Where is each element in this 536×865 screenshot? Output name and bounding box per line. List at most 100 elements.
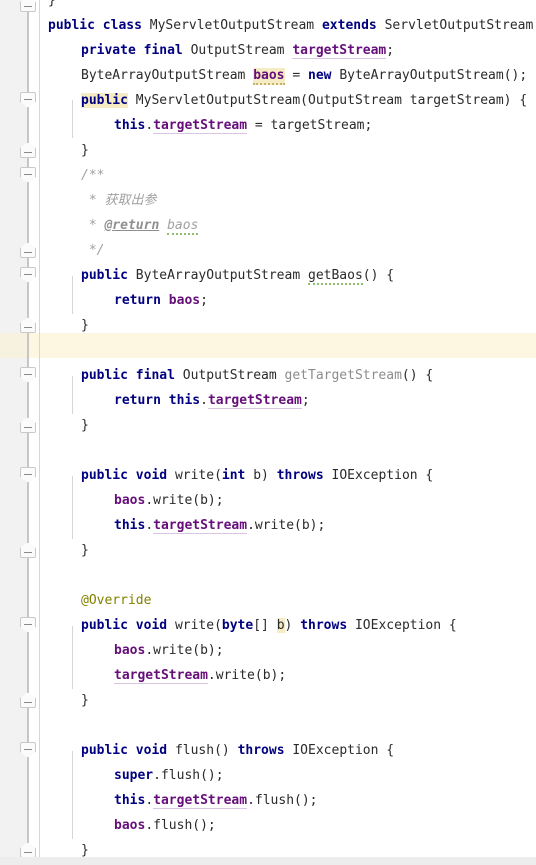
code-line[interactable]: public final OutputStream getTargetStrea… <box>81 363 433 388</box>
code-token: . <box>200 393 208 408</box>
code-line[interactable]: baos.write(b); <box>114 488 224 513</box>
code-token: ; <box>301 393 310 408</box>
code-token: this <box>114 518 146 533</box>
fold-marker-write-int-end-icon[interactable] <box>20 542 36 558</box>
code-token: . <box>207 668 216 683</box>
fold-rail-8 <box>27 430 29 470</box>
code-line[interactable]: return this.targetStream; <box>114 388 310 413</box>
code-folding-gutter[interactable] <box>0 0 36 865</box>
code-line[interactable]: targetStream.write(b); <box>114 663 286 688</box>
indent-guide-5 <box>72 626 73 689</box>
fold-marker-gettargetstream-icon[interactable] <box>20 367 36 383</box>
code-token: void <box>135 618 168 633</box>
fold-rail-6 <box>27 330 29 370</box>
code-line[interactable]: public ByteArrayOutputStream getBaos() { <box>81 263 394 288</box>
fold-marker-getbaos-end-icon[interactable] <box>20 317 36 333</box>
code-token: public <box>81 743 128 758</box>
minus-icon <box>24 552 32 553</box>
code-token: extends <box>321 18 377 33</box>
code-token: targetStream <box>114 668 208 684</box>
code-line[interactable]: } <box>81 688 89 713</box>
code-token: OutputStream <box>308 93 402 108</box>
code-token: getBaos <box>308 268 363 285</box>
code-token: baos <box>168 293 201 308</box>
code-line[interactable]: this.targetStream = targetStream; <box>114 113 372 138</box>
code-token: throws <box>276 468 324 483</box>
code-token: * <box>81 218 105 233</box>
code-line[interactable]: public void write(int b) throws IOExcept… <box>81 463 433 488</box>
code-token: private <box>81 43 136 58</box>
code-token: flush <box>160 768 201 783</box>
code-token: } <box>81 693 89 708</box>
code-token: () { <box>362 268 395 283</box>
code-line[interactable]: this.targetStream.write(b); <box>114 513 325 538</box>
code-line[interactable]: * @return baos <box>81 213 199 238</box>
fold-marker-write-int-icon[interactable] <box>20 467 36 483</box>
code-line[interactable]: } <box>81 138 89 163</box>
code-line[interactable]: * 获取出参 <box>81 188 157 213</box>
code-token: (b); <box>192 493 224 508</box>
code-token: (b); <box>254 668 287 683</box>
indent-guide-1 <box>72 100 73 138</box>
code-line[interactable]: */ <box>81 238 105 263</box>
code-line[interactable]: ByteArrayOutputStream baos = new ByteArr… <box>81 63 527 88</box>
minus-icon <box>24 252 32 253</box>
code-token: { <box>441 618 457 633</box>
code-token: = <box>247 118 271 133</box>
fold-marker-constructor-end-icon[interactable] <box>20 142 36 158</box>
fold-marker-constructor-icon[interactable] <box>20 92 36 108</box>
code-token: ( <box>214 468 222 483</box>
fold-marker-flush-end-icon[interactable] <box>20 842 36 858</box>
fold-marker-write-bytes-icon[interactable] <box>20 617 36 633</box>
fold-rail-10 <box>27 555 29 620</box>
code-line[interactable]: } <box>81 413 89 438</box>
fold-marker-end-icon[interactable] <box>20 0 36 12</box>
code-line[interactable]: return baos; <box>114 288 208 313</box>
code-token: */ <box>81 243 105 258</box>
code-token: [] <box>253 618 277 633</box>
fold-marker-gettargetstream-end-icon[interactable] <box>20 417 36 433</box>
minus-icon <box>24 6 32 7</box>
code-line[interactable]: } <box>81 538 89 563</box>
code-line[interactable]: } <box>48 0 56 13</box>
code-line[interactable]: @Override <box>81 588 151 613</box>
code-token: } <box>81 143 89 158</box>
code-token: * 获取出参 <box>81 193 157 208</box>
code-token: targetStream <box>409 93 504 108</box>
code-content-area[interactable]: } public class MyServletOutputStream exte… <box>29 0 536 865</box>
code-token: this <box>114 118 146 133</box>
code-token: public <box>81 468 128 483</box>
code-line[interactable]: public MyServletOutputStream(OutputStrea… <box>81 88 527 113</box>
minus-icon <box>24 152 32 153</box>
code-line[interactable]: baos.flush(); <box>114 813 216 838</box>
fold-marker-javadoc-end-icon[interactable] <box>20 242 36 258</box>
code-line[interactable]: super.flush(); <box>114 763 224 788</box>
code-line[interactable]: public void flush() throws IOException { <box>81 738 394 763</box>
code-token: . <box>145 493 154 508</box>
code-token: (b); <box>294 518 326 533</box>
code-line[interactable]: public void write(byte[] b) throws IOExc… <box>81 613 457 638</box>
code-token: ByteArrayOutputStream <box>135 268 301 283</box>
code-token: targetStream <box>270 118 365 133</box>
code-token: IOException <box>292 743 379 758</box>
fold-marker-flush-icon[interactable] <box>20 742 36 758</box>
code-line[interactable]: baos.write(b); <box>114 638 224 663</box>
code-line[interactable]: this.targetStream.flush(); <box>114 788 318 813</box>
fold-marker-getbaos-icon[interactable] <box>20 267 36 283</box>
code-token: throws <box>300 618 348 633</box>
code-line[interactable]: private final OutputStream targetStream; <box>81 38 394 63</box>
fold-marker-javadoc-icon[interactable] <box>20 167 36 183</box>
code-line[interactable]: public class MyServletOutputStream exten… <box>48 13 536 38</box>
code-line[interactable]: } <box>81 313 89 338</box>
code-line[interactable]: /** <box>81 163 104 188</box>
code-token: getTargetStream <box>284 368 402 383</box>
code-token: write <box>254 518 295 533</box>
code-editor[interactable]: } public class MyServletOutputStream exte… <box>0 0 536 865</box>
fold-marker-write-bytes-end-icon[interactable] <box>20 692 36 708</box>
code-token: flush <box>254 793 295 808</box>
